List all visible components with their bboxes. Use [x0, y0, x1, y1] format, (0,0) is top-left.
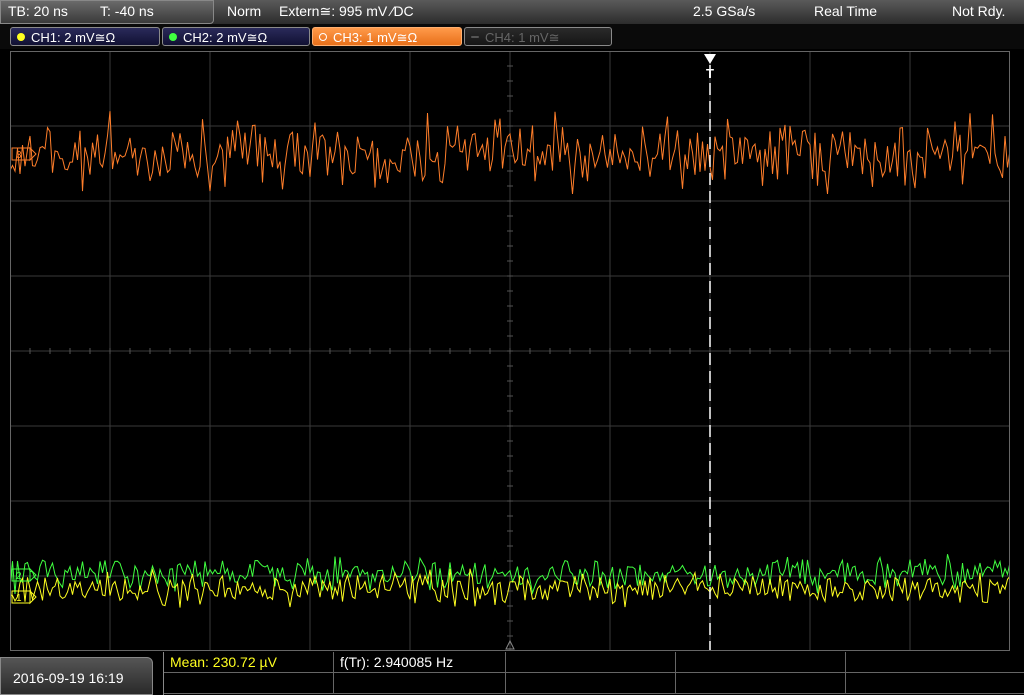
channel-2-button[interactable]: CH2: 2 mV≅Ω: [162, 27, 310, 46]
channel-4-button[interactable]: CH4: 1 mV≅: [464, 27, 612, 46]
trigger-source-label[interactable]: Extern≅: 995 mV ⁄DC: [279, 3, 414, 20]
svg-text:2: 2: [16, 571, 22, 582]
measurement-frequency[interactable]: f(Tr): 2.940085 Hz: [334, 652, 506, 673]
sample-rate-label: 2.5 GSa/s: [693, 3, 756, 19]
trigger-position-arrow-icon[interactable]: [704, 54, 716, 64]
acquisition-status-label: Not Rdy.: [952, 3, 1006, 19]
measurement-slot-10[interactable]: [846, 673, 1024, 694]
datetime-box: 2016-09-19 16:19: [0, 657, 153, 695]
channel-4-dot-icon: [471, 36, 479, 38]
trigger-marker-label: T: [706, 66, 714, 81]
measurement-slot-6[interactable]: [164, 673, 334, 694]
waveform-display[interactable]: T 3 2 1: [10, 51, 1010, 651]
channel-3-label: CH3: 1 mV≅Ω: [333, 30, 418, 45]
trigger-time-label[interactable]: T: -40 ns: [100, 3, 154, 19]
channel-1-label: CH1: 2 mV≅Ω: [31, 30, 116, 45]
timebase-label[interactable]: TB: 20 ns: [8, 3, 68, 19]
datetime-label: 2016-09-19 16:19: [13, 670, 124, 686]
channel-3-button[interactable]: CH3: 1 mV≅Ω: [312, 27, 462, 46]
channel-1-dot-icon: [17, 33, 25, 41]
channel-1-button[interactable]: CH1: 2 mV≅Ω: [10, 27, 160, 46]
trigger-mode-label[interactable]: Norm: [227, 3, 261, 19]
channel-2-label: CH2: 2 mV≅Ω: [183, 30, 268, 45]
measurement-slot-3[interactable]: [506, 652, 676, 673]
measurement-slot-8[interactable]: [506, 673, 676, 694]
channel-4-label: CH4: 1 mV≅: [485, 30, 560, 45]
svg-text:3: 3: [16, 150, 22, 161]
grid: [10, 51, 1010, 651]
status-bar: TB: 20 ns T: -40 ns Norm Extern≅: 995 mV…: [0, 0, 1024, 25]
measurement-panel: Mean: 230.72 µV f(Tr): 2.940085 Hz: [163, 652, 1024, 695]
channel-2-dot-icon: [169, 33, 177, 41]
measurement-slot-7[interactable]: [334, 673, 506, 694]
acquisition-mode-label: Real Time: [814, 3, 878, 19]
measurement-slot-4[interactable]: [676, 652, 846, 673]
channel-bar: CH1: 2 mV≅Ω CH2: 2 mV≅Ω CH3: 1 mV≅Ω CH4:…: [0, 24, 1024, 49]
measurement-slot-5[interactable]: [846, 652, 1024, 673]
channel-3-dot-icon: [319, 33, 327, 41]
measurement-mean[interactable]: Mean: 230.72 µV: [164, 652, 334, 673]
measurement-slot-9[interactable]: [676, 673, 846, 694]
svg-text:1: 1: [16, 593, 22, 604]
